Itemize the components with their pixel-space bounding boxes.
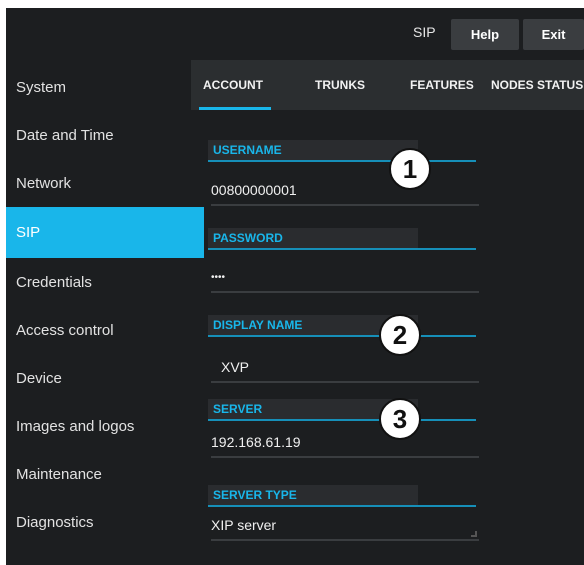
server-field[interactable]: 192.168.61.19 bbox=[211, 428, 479, 458]
password-label: PASSWORD bbox=[208, 228, 418, 248]
sidebar-item-credentials[interactable]: Credentials bbox=[6, 258, 204, 306]
server-type-select[interactable]: XIP server bbox=[211, 511, 479, 541]
callout-badge-3: 3 bbox=[379, 398, 421, 440]
sip-settings-screen: SIP Help Exit System Date and Time Netwo… bbox=[6, 8, 584, 565]
sidebar-item-system[interactable]: System bbox=[6, 63, 204, 111]
server-type-value: XIP server bbox=[211, 517, 277, 533]
sidebar-item-access-control[interactable]: Access control bbox=[6, 306, 204, 354]
tab-account[interactable]: ACCOUNT bbox=[203, 78, 263, 92]
divider bbox=[208, 335, 476, 337]
server-type-label: SERVER TYPE bbox=[208, 485, 418, 505]
page-title: SIP bbox=[413, 24, 436, 40]
sidebar-item-network[interactable]: Network bbox=[6, 159, 204, 207]
callout-badge-1: 1 bbox=[389, 148, 431, 190]
top-bar: SIP Help Exit bbox=[6, 8, 584, 56]
divider bbox=[208, 419, 476, 421]
username-field[interactable]: 00800000001 bbox=[211, 176, 479, 206]
divider bbox=[208, 505, 476, 507]
sidebar-item-diagnostics[interactable]: Diagnostics bbox=[6, 498, 204, 546]
active-tab-indicator bbox=[199, 107, 271, 110]
callout-badge-2: 2 bbox=[379, 314, 421, 356]
tab-features[interactable]: FEATURES bbox=[410, 78, 474, 92]
help-button[interactable]: Help bbox=[451, 19, 519, 50]
username-label: USERNAME bbox=[208, 140, 418, 160]
sidebar-item-images-and-logos[interactable]: Images and logos bbox=[6, 402, 204, 450]
exit-button[interactable]: Exit bbox=[523, 19, 584, 50]
sidebar-item-sip[interactable]: SIP bbox=[6, 207, 204, 258]
tab-trunks[interactable]: TRUNKS bbox=[315, 78, 365, 92]
divider bbox=[208, 248, 476, 250]
password-field[interactable]: •••• bbox=[211, 263, 479, 293]
divider bbox=[208, 160, 476, 162]
resize-grip-icon bbox=[471, 531, 477, 537]
sidebar: System Date and Time Network SIP Credent… bbox=[6, 63, 204, 565]
display-name-field[interactable]: XVP bbox=[211, 353, 479, 383]
sidebar-item-maintenance[interactable]: Maintenance bbox=[6, 450, 204, 498]
tab-bar: ACCOUNT TRUNKS FEATURES NODES STATUS bbox=[191, 60, 584, 110]
sidebar-item-device[interactable]: Device bbox=[6, 354, 204, 402]
sidebar-item-date-and-time[interactable]: Date and Time bbox=[6, 111, 204, 159]
tab-nodes-status[interactable]: NODES STATUS bbox=[491, 78, 583, 92]
